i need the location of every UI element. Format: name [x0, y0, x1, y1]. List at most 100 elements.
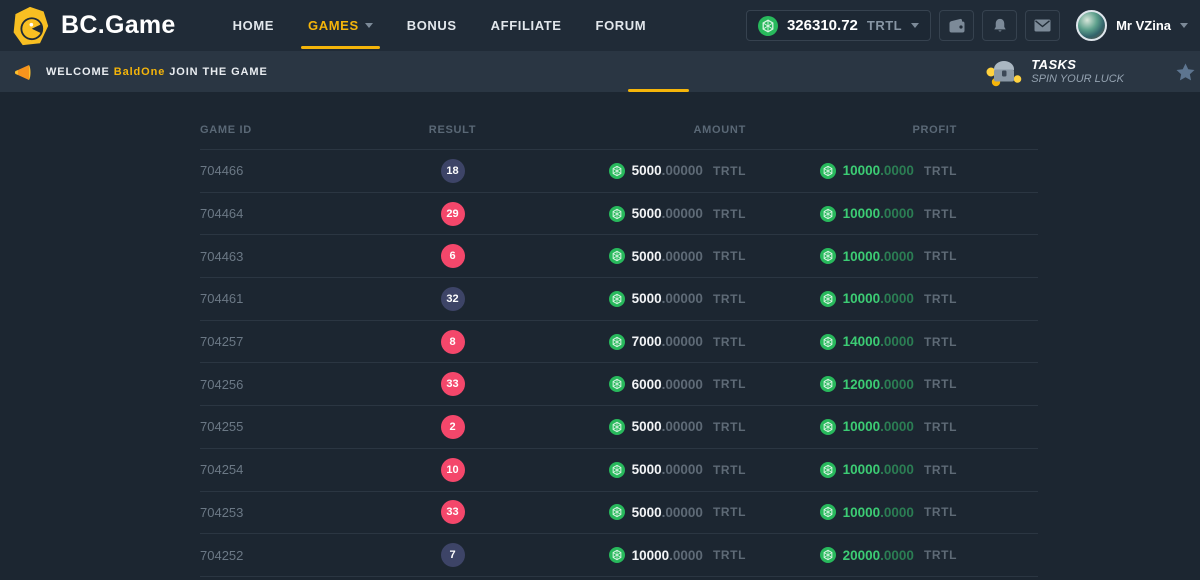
amount-cell: 5000.00000 TRTL [525, 291, 770, 307]
nav-item-affiliate[interactable]: AFFILIATE [474, 0, 579, 51]
nav-item-home[interactable]: HOME [216, 0, 291, 51]
trtl-coin-icon [609, 248, 625, 264]
table-row[interactable]: 704254 10 5000.00000 TRTL 10000.0000 TRT… [200, 448, 1038, 491]
amount-cell: 10000.0000 TRTL [525, 547, 770, 563]
amount-cell: 5000.00000 TRTL [525, 462, 770, 478]
treasure-chest-icon [986, 57, 1022, 87]
envelope-icon [1034, 19, 1051, 32]
tasks-widget[interactable]: TASKS SPIN YOUR LUCK [986, 51, 1124, 92]
announcement-text: WELCOME BaldOne JOIN THE GAME [46, 66, 268, 78]
amount-decimals: .00000 [662, 291, 703, 306]
profit-cell: 14000.0000 TRTL [770, 334, 1038, 350]
result-cell: 10 [380, 458, 525, 482]
amount-integer: 5000 [632, 163, 662, 178]
col-header-result: RESULT [380, 124, 525, 136]
amount-currency: TRTL [713, 249, 746, 263]
profit-currency: TRTL [924, 292, 957, 306]
table-row[interactable]: 704464 29 5000.00000 TRTL 10000.0000 TRT… [200, 192, 1038, 235]
profit-integer: 10000 [843, 163, 881, 178]
result-cell: 29 [380, 202, 525, 226]
game-id-cell: 704463 [200, 249, 380, 264]
amount-decimals: .00000 [662, 334, 703, 349]
table-row[interactable]: 704256 33 6000.00000 TRTL 12000.0000 TRT… [200, 362, 1038, 405]
game-id-cell: 704255 [200, 419, 380, 434]
profit-cell: 10000.0000 TRTL [770, 462, 1038, 478]
trtl-coin-icon [609, 334, 625, 350]
amount-currency: TRTL [713, 420, 746, 434]
messages-button[interactable] [1025, 10, 1060, 41]
amount-integer: 5000 [632, 505, 662, 520]
fairness-link-partial[interactable]: F [1176, 51, 1200, 92]
trtl-coin-icon [609, 206, 625, 222]
tasks-subtitle: SPIN YOUR LUCK [1031, 73, 1124, 86]
announcement-bar: WELCOME BaldOne JOIN THE GAME TASKS SPIN… [0, 51, 1200, 92]
result-badge: 18 [441, 159, 465, 183]
balance-selector[interactable]: 326310.72 TRTL [746, 10, 931, 41]
profit-cell: 10000.0000 TRTL [770, 163, 1038, 179]
table-row[interactable]: 704253 33 5000.00000 TRTL 10000.0000 TRT… [200, 491, 1038, 534]
result-badge: 7 [441, 543, 465, 567]
nav-item-bonus[interactable]: BONUS [390, 0, 474, 51]
wallet-button[interactable] [939, 10, 974, 41]
amount-cell: 5000.00000 TRTL [525, 248, 770, 264]
profit-decimals: .0000 [880, 291, 914, 306]
trtl-coin-icon [609, 419, 625, 435]
amount-decimals: .00000 [662, 505, 703, 520]
game-id-cell: 704256 [200, 377, 380, 392]
trtl-coin-icon [820, 504, 836, 520]
bets-table: GAME ID RESULT AMOUNT PROFIT 704466 18 5… [200, 92, 1038, 577]
profit-integer: 10000 [843, 419, 881, 434]
amount-decimals: .00000 [662, 163, 703, 178]
balance-value: 326310.72 [787, 17, 858, 34]
result-badge: 32 [441, 287, 465, 311]
nav-item-forum[interactable]: FORUM [579, 0, 664, 51]
brand-title[interactable]: BC.Game [61, 11, 176, 40]
bell-icon [992, 17, 1008, 34]
profit-currency: TRTL [924, 463, 957, 477]
trtl-coin-icon [609, 462, 625, 478]
profit-integer: 10000 [843, 505, 881, 520]
amount-cell: 6000.00000 TRTL [525, 376, 770, 392]
profit-decimals: .0000 [880, 462, 914, 477]
profit-decimals: .0000 [880, 419, 914, 434]
game-id-cell: 704466 [200, 163, 380, 178]
amount-cell: 5000.00000 TRTL [525, 163, 770, 179]
amount-currency: TRTL [713, 548, 746, 562]
table-row[interactable]: 704257 8 7000.00000 TRTL 14000.0000 TRTL [200, 320, 1038, 363]
wallet-icon [948, 18, 966, 34]
profit-integer: 14000 [843, 334, 881, 349]
table-row[interactable]: 704463 6 5000.00000 TRTL 10000.0000 TRTL [200, 234, 1038, 277]
table-row[interactable]: 704466 18 5000.00000 TRTL 10000.0000 TRT… [200, 149, 1038, 192]
table-row[interactable]: 704255 2 5000.00000 TRTL 10000.0000 TRTL [200, 405, 1038, 448]
profit-cell: 10000.0000 TRTL [770, 419, 1038, 435]
amount-cell: 7000.00000 TRTL [525, 334, 770, 350]
profit-integer: 10000 [843, 291, 881, 306]
topbar-right: 326310.72 TRTL Mr VZina [746, 10, 1188, 41]
table-row[interactable]: 704461 32 5000.00000 TRTL 10000.0000 TRT… [200, 277, 1038, 320]
amount-integer: 5000 [632, 206, 662, 221]
amount-currency: TRTL [713, 164, 746, 178]
profit-currency: TRTL [924, 335, 957, 349]
amount-currency: TRTL [713, 292, 746, 306]
result-badge: 6 [441, 244, 465, 268]
amount-cell: 5000.00000 TRTL [525, 419, 770, 435]
tasks-texts: TASKS SPIN YOUR LUCK [1031, 58, 1124, 86]
amount-currency: TRTL [713, 207, 746, 221]
notifications-button[interactable] [982, 10, 1017, 41]
nav-item-games[interactable]: GAMES [291, 0, 390, 51]
user-menu[interactable]: Mr VZina [1076, 10, 1188, 41]
result-badge: 10 [441, 458, 465, 482]
table-header-row: GAME ID RESULT AMOUNT PROFIT [200, 92, 1038, 149]
amount-decimals: .00000 [662, 419, 703, 434]
nav-label: GAMES [308, 18, 359, 33]
table-row[interactable]: 704252 7 10000.0000 TRTL 20000.0000 TRTL [200, 533, 1038, 576]
amount-currency: TRTL [713, 377, 746, 391]
trtl-coin-icon [609, 291, 625, 307]
amount-cell: 5000.00000 TRTL [525, 206, 770, 222]
profit-cell: 10000.0000 TRTL [770, 504, 1038, 520]
profit-decimals: .0000 [880, 249, 914, 264]
trtl-coin-icon [820, 291, 836, 307]
bcgame-logo-icon[interactable] [10, 6, 50, 46]
profit-integer: 10000 [843, 206, 881, 221]
profit-integer: 10000 [843, 249, 881, 264]
